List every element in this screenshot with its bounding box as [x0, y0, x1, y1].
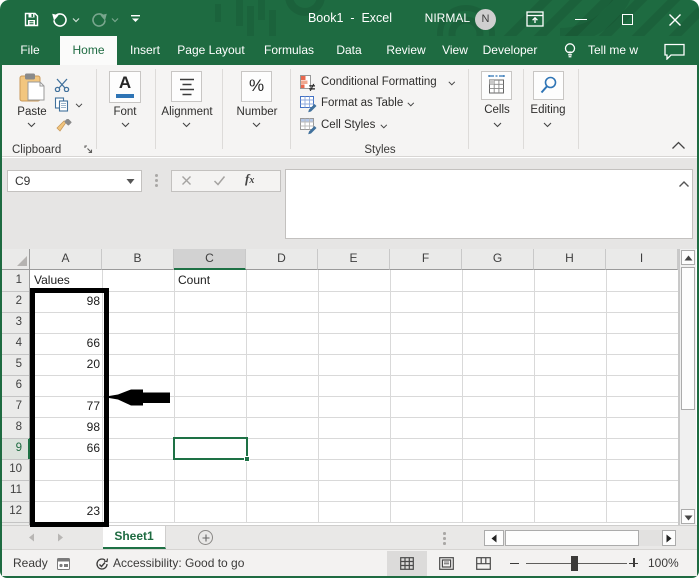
svg-text:≠: ≠: [309, 82, 315, 92]
